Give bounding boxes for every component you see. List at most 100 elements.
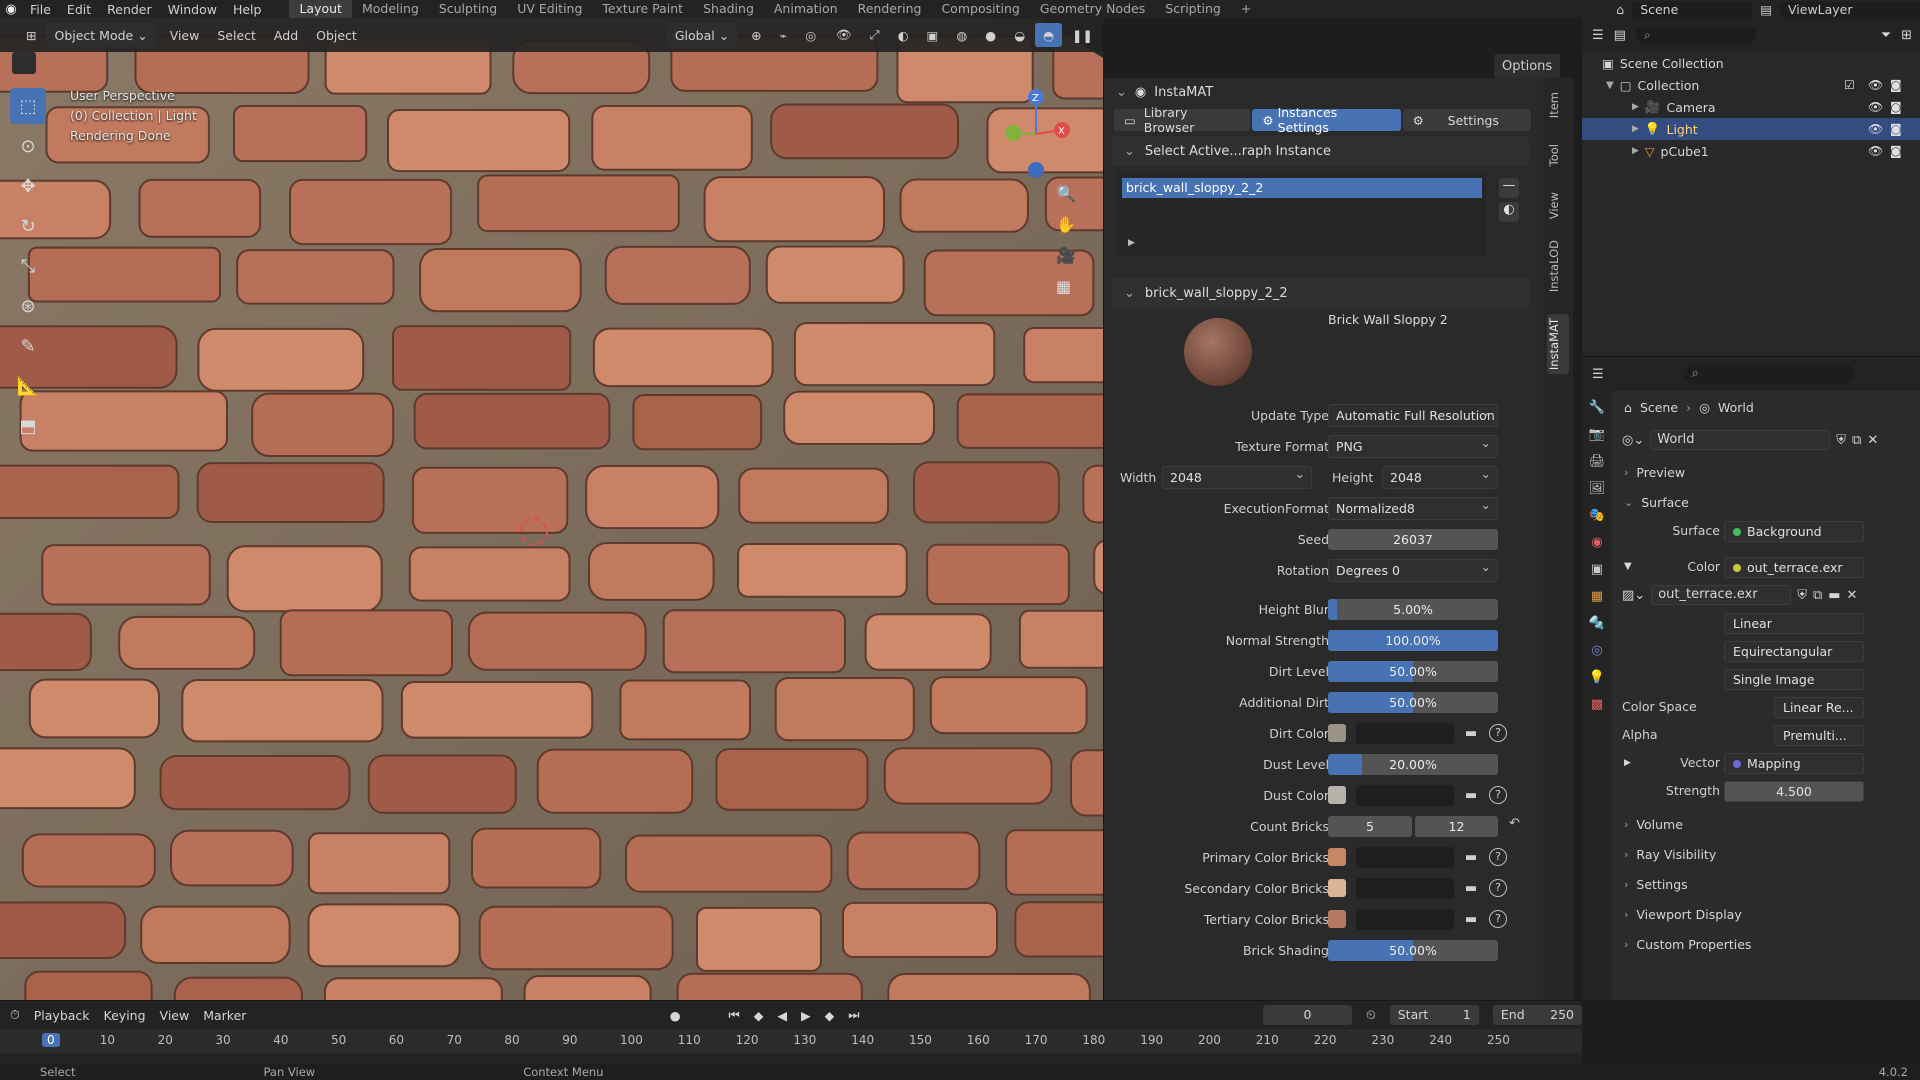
3d-cursor-icon[interactable] <box>520 518 548 546</box>
timeline-menu-keying[interactable]: Keying <box>104 1008 146 1023</box>
menu-window[interactable]: Window <box>160 2 225 17</box>
properties-editor-icon[interactable]: ☰ <box>1592 367 1604 382</box>
viewport-menu-add[interactable]: Add <box>266 23 306 47</box>
workspace-tab-texture-paint[interactable]: Texture Paint <box>592 0 693 18</box>
filter-icon[interactable]: ⏷ <box>1881 28 1891 43</box>
strength-field[interactable]: 4.500 <box>1724 781 1864 802</box>
folder-icon[interactable]: ▬ <box>1459 878 1483 899</box>
world-tab-icon[interactable]: ◉ <box>1591 535 1602 550</box>
xray-icon[interactable]: ▣ <box>919 23 947 47</box>
section-settings[interactable]: › Settings <box>1612 869 1920 899</box>
timeline-menu-marker[interactable]: Marker <box>203 1008 246 1023</box>
snap-icon[interactable]: ⌁ <box>772 23 796 47</box>
texture-tab-icon[interactable]: ▩ <box>1591 697 1603 712</box>
jump-start-icon[interactable]: ⏮ <box>728 1007 739 1023</box>
pause-render-icon[interactable]: ❚❚ <box>1064 23 1101 47</box>
expand-arrow-icon[interactable]: ▶ <box>1632 146 1639 156</box>
help-icon[interactable]: ? <box>1489 724 1507 742</box>
display-mode-icon[interactable]: ▤ <box>1614 28 1626 43</box>
navigation-gizmo[interactable]: Z X <box>996 84 1076 184</box>
folder-icon[interactable]: ▬ <box>1459 723 1483 744</box>
dust-color-swatch[interactable] <box>1328 786 1346 804</box>
outliner-search-input[interactable]: ⌕ <box>1635 25 1756 45</box>
texture-format-dropdown[interactable]: PNG <box>1328 432 1498 458</box>
dust-level-slider[interactable]: 20.00% <box>1328 754 1498 775</box>
object-mode-dropdown[interactable]: Object Mode ⌄ <box>46 23 156 47</box>
workspace-tab-layout[interactable]: Layout <box>289 0 352 18</box>
workspace-tab-sculpting[interactable]: Sculpting <box>429 0 507 18</box>
menu-help[interactable]: Help <box>225 2 270 17</box>
current-frame-field[interactable]: 0 <box>1263 1005 1352 1025</box>
timeline-menu-playback[interactable]: Playback <box>34 1008 90 1023</box>
move-tool-icon[interactable]: ✥ <box>10 168 46 204</box>
sidebar-tab-instalod[interactable]: InstaLOD <box>1547 236 1569 296</box>
count-bricks-y-field[interactable]: 12 <box>1414 816 1498 837</box>
brick-shading-slider[interactable]: 50.00% <box>1328 940 1498 961</box>
prev-keyframe-icon[interactable]: ◆ <box>754 1008 764 1023</box>
sidebar-tab-instamat[interactable]: InstaMAT <box>1547 314 1569 375</box>
pivot-icon[interactable]: ⊕ <box>743 23 769 47</box>
transform-tool-icon[interactable]: ⊛ <box>10 288 46 324</box>
workspace-tab-compositing[interactable]: Compositing <box>931 0 1029 18</box>
shading-solid-icon[interactable]: ● <box>977 23 1004 47</box>
outliner-row-camera[interactable]: ▶ 🎥 Camera 👁 ◙ <box>1582 96 1920 118</box>
folder-icon[interactable]: ▬ <box>1828 588 1840 603</box>
output-tab-icon[interactable]: 🖨 <box>1589 454 1606 469</box>
workspace-tab-rendering[interactable]: Rendering <box>848 0 932 18</box>
interpolation-dropdown[interactable]: Linear <box>1724 613 1864 634</box>
eye-icon[interactable]: 👁 <box>1868 144 1883 158</box>
width-dropdown[interactable]: 2048 <box>1162 463 1312 489</box>
height-dropdown[interactable]: 2048 <box>1382 463 1498 489</box>
select-instance-section[interactable]: ⌄ Select Active...raph Instance <box>1112 136 1529 166</box>
play-icon[interactable]: ▶ <box>801 1008 811 1023</box>
frame-ruler[interactable]: 0 10 20 30 40 50 60 70 80 90 100 110 120 130 140 150 160… <box>0 1029 1582 1053</box>
overlays-icon[interactable]: ◐ <box>890 23 917 47</box>
image-name-field[interactable]: out_terrace.exr <box>1651 585 1792 605</box>
primary-color-swatch[interactable] <box>1328 848 1346 866</box>
options-button[interactable]: Options <box>1494 54 1566 78</box>
normal-strength-slider[interactable]: 100.00% <box>1328 630 1498 651</box>
dirt-color-path-field[interactable] <box>1356 723 1454 744</box>
list-item[interactable]: brick_wall_sloppy_2_2 <box>1122 178 1482 198</box>
zoom-icon[interactable]: 🔍 <box>1056 184 1076 203</box>
vector-field[interactable]: Mapping <box>1724 753 1864 774</box>
rotation-dropdown[interactable]: Degrees 0 <box>1328 556 1498 582</box>
secondary-color-path-field[interactable] <box>1356 878 1454 899</box>
workspace-tab-modeling[interactable]: Modeling <box>352 0 429 18</box>
render-tab-icon[interactable]: 📷 <box>1589 427 1605 442</box>
select-mode-icons[interactable] <box>12 52 36 74</box>
outliner-row-pcube1[interactable]: ▶ ▽ pCube1 👁 ◙ <box>1582 140 1920 162</box>
outliner-row-light[interactable]: ▶ 💡 Light 👁 ◙ <box>1582 118 1920 140</box>
blender-logo-icon[interactable]: ◉ <box>0 0 22 18</box>
remove-instance-button[interactable]: — <box>1499 178 1519 198</box>
projection-dropdown[interactable]: Equirectangular <box>1724 641 1864 662</box>
execution-format-dropdown[interactable]: Normalized8 <box>1328 494 1498 520</box>
help-icon[interactable]: ? <box>1489 879 1507 897</box>
folder-icon[interactable]: ▬ <box>1459 847 1483 868</box>
viewport-menu-select[interactable]: Select <box>209 23 264 47</box>
color-space-dropdown[interactable]: Linear Re... <box>1774 697 1864 718</box>
tab-library-browser[interactable]: ▭ Library Browser <box>1114 105 1251 135</box>
close-icon[interactable]: ✕ <box>1847 588 1858 603</box>
seed-field[interactable]: 26037 <box>1328 529 1498 550</box>
timeline-editor-icon[interactable]: ⏱ <box>10 1007 20 1023</box>
dirt-level-slider[interactable]: 50.00% <box>1328 661 1498 682</box>
jump-end-icon[interactable]: ⏭ <box>848 1007 859 1023</box>
eye-icon[interactable]: 👁 <box>1868 78 1883 92</box>
section-volume[interactable]: › Volume <box>1612 809 1920 839</box>
section-preview[interactable]: › Preview <box>1612 457 1920 487</box>
workspace-tab-uv-editing[interactable]: UV Editing <box>507 0 592 18</box>
camera-render-icon[interactable]: ◙ <box>1890 78 1902 92</box>
view-layer-tab-icon[interactable]: 🖼 <box>1589 481 1606 496</box>
transform-orientation-dropdown[interactable]: Global ⌄ <box>666 23 738 47</box>
next-keyframe-icon[interactable]: ◆ <box>825 1008 835 1023</box>
grid-view-icon[interactable]: ▦ <box>1056 277 1076 296</box>
help-icon[interactable]: ? <box>1489 848 1507 866</box>
viewport-menu-object[interactable]: Object <box>308 23 365 47</box>
viewport-menu-view[interactable]: View <box>162 23 208 47</box>
duplicate-icon[interactable]: ⧉ <box>1813 588 1822 603</box>
shading-rendered-icon[interactable]: ◓ <box>1035 23 1063 47</box>
3d-viewport[interactable] <box>0 18 1103 1000</box>
gizmo-toggle-icon[interactable]: ⤢ <box>862 23 888 47</box>
camera-render-icon[interactable]: ◙ <box>1890 100 1902 114</box>
